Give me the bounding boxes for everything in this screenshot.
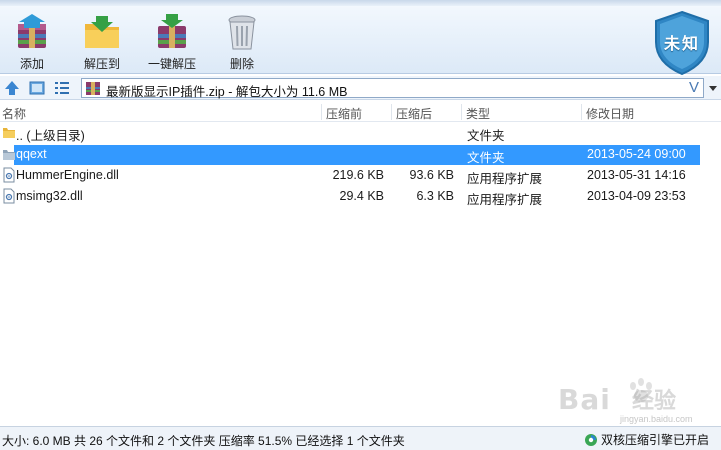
one-click-extract-label: 一键解压 (147, 57, 196, 71)
dual-core-engine-status[interactable]: 双核压缩引擎已开启 (584, 431, 709, 448)
status-bar: 大小: 6.0 MB 共 26 个文件和 2 个文件夹 压缩率 51.5% 已经… (0, 426, 721, 450)
address-bar: 最新版显示IP插件.zip - 解包大小为 11.6 MB V (0, 76, 721, 100)
extract-to-button[interactable]: 解压到 (74, 12, 130, 72)
column-divider[interactable] (391, 104, 392, 120)
column-divider[interactable] (321, 104, 322, 120)
window-top-strip (0, 0, 721, 6)
toolbar: 添加 解压到 一键解压 删除 未知 (0, 0, 721, 76)
one-click-extract-button[interactable]: 一键解压 (144, 12, 200, 72)
list-item-qqext[interactable]: qqext 文件夹 2013-05-24 09:00 (0, 144, 721, 165)
file-size: 219.6 KB (332, 168, 384, 182)
chevron-down-icon[interactable] (706, 80, 720, 96)
column-header-type[interactable]: 类型 (466, 105, 490, 122)
trash-can-icon (228, 15, 256, 50)
add-button-label: 添加 (19, 57, 44, 71)
file-name: msimg32.dll (16, 189, 83, 203)
file-type: 应用程序扩展 (467, 193, 543, 207)
security-status-text: 未知 (663, 36, 700, 53)
file-modified: 2013-05-24 09:00 (587, 147, 686, 161)
extract-to-label: 解压到 (83, 57, 120, 71)
zip-archive-icon (86, 82, 100, 95)
delete-label: 删除 (229, 57, 254, 71)
watermark-brand-suffix: 经验 (632, 388, 677, 413)
file-name: qqext (16, 147, 47, 161)
archive-path-text: 最新版显示IP插件.zip - 解包大小为 11.6 MB (106, 85, 348, 99)
file-name: .. (上级目录) (16, 129, 85, 143)
column-header-modified[interactable]: 修改日期 (586, 105, 634, 122)
file-packed-size: 93.6 KB (409, 168, 454, 182)
engine-status-icon (585, 434, 597, 446)
column-header-name[interactable]: 名称 (2, 105, 26, 122)
list-item-hummerengine[interactable]: HummerEngine.dll 219.6 KB 93.6 KB 应用程序扩展… (0, 165, 721, 186)
dll-file-icon (3, 188, 15, 204)
file-type: 应用程序扩展 (467, 172, 543, 186)
thumbnail-view-icon[interactable] (28, 79, 46, 97)
list-view-icon[interactable] (53, 79, 71, 97)
engine-status-text: 双核压缩引擎已开启 (601, 433, 710, 447)
path-field[interactable]: 最新版显示IP插件.zip - 解包大小为 11.6 MB V (81, 78, 704, 99)
one-click-extract-icon (158, 14, 186, 48)
file-modified: 2013-04-09 23:53 (587, 189, 686, 203)
column-divider[interactable] (581, 104, 582, 120)
delete-button[interactable]: 删除 (214, 12, 270, 72)
dll-file-icon (3, 167, 15, 183)
file-size: 29.4 KB (339, 189, 384, 203)
status-summary: 大小: 6.0 MB 共 26 个文件和 2 个文件夹 压缩率 51.5% 已经… (2, 434, 405, 448)
add-archive-icon (18, 14, 46, 48)
file-packed-size: 6.3 KB (416, 189, 454, 203)
file-list-header: 名称 压缩前 压缩后 类型 修改日期 (0, 102, 721, 122)
file-name: HummerEngine.dll (16, 168, 119, 182)
add-button[interactable]: 添加 (4, 12, 60, 72)
column-divider[interactable] (461, 104, 462, 120)
column-header-size[interactable]: 压缩前 (326, 105, 362, 122)
file-type: 文件夹 (467, 151, 505, 165)
folder-icon (3, 128, 15, 138)
watermark-url: jingyan.baidu.com (620, 414, 693, 424)
list-item-msimg32[interactable]: msimg32.dll 29.4 KB 6.3 KB 应用程序扩展 2013-0… (0, 186, 721, 207)
file-type: 文件夹 (467, 129, 505, 143)
folder-icon (3, 150, 15, 160)
column-header-packed[interactable]: 压缩后 (396, 105, 432, 122)
up-arrow-icon[interactable] (3, 79, 21, 97)
extract-folder-icon (85, 16, 119, 48)
list-item-parent-dir[interactable]: .. (上级目录) 文件夹 (0, 122, 721, 143)
watermark-brand: Bai (558, 383, 611, 416)
path-history-toggle[interactable]: V (689, 79, 699, 96)
file-modified: 2013-05-31 14:16 (587, 168, 686, 182)
